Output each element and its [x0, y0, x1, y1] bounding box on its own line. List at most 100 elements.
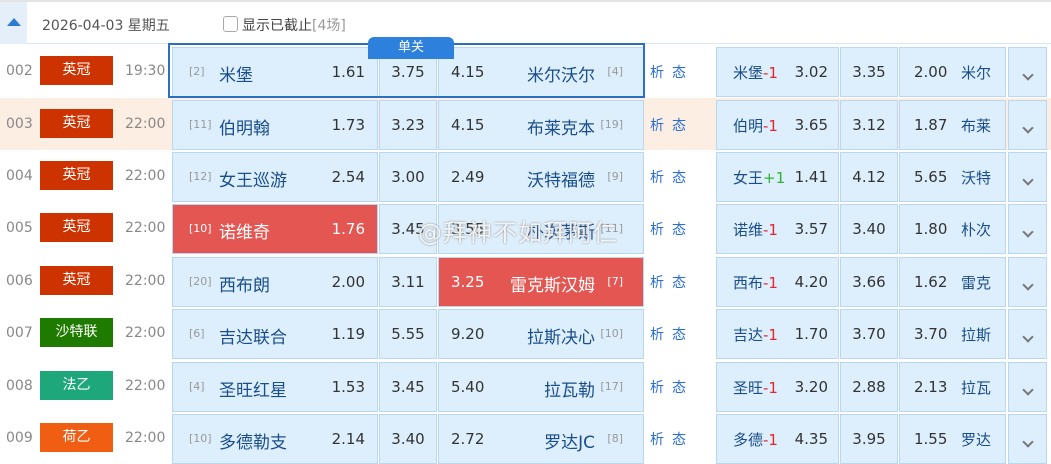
analysis-link[interactable]: 析: [650, 222, 664, 238]
away-win-odds-button[interactable]: 4.15 米尔沃尔 [4]: [438, 47, 644, 97]
handicap-away-button[interactable]: 2.13 拉瓦: [899, 362, 1006, 412]
expand-chevron-icon[interactable]: [1008, 47, 1047, 97]
analysis-link[interactable]: 析: [650, 170, 664, 186]
handicap-away-button[interactable]: 1.55 罗达: [899, 414, 1006, 464]
analysis-link[interactable]: 析: [650, 275, 664, 291]
handicap-home-odds: 1.70: [794, 325, 828, 343]
date-label: 2026-04-03 星期五: [42, 18, 170, 34]
handicap-away-button[interactable]: 1.80 朴次: [899, 204, 1006, 254]
league-badge[interactable]: 荷乙: [40, 423, 113, 452]
away-win-odds-button[interactable]: 9.20 拉斯决心 [10]: [438, 309, 644, 359]
analysis-link[interactable]: 析: [650, 327, 664, 343]
away-win-odds-button[interactable]: 4.15 布莱克本 [19]: [438, 100, 644, 150]
home-win-odds-button[interactable]: [6] 吉达联合 1.19: [172, 309, 378, 359]
away-rank: [8]: [607, 432, 623, 445]
handicap-away-button[interactable]: 5.65 沃特: [899, 152, 1006, 202]
status-link[interactable]: 态: [672, 432, 686, 448]
expand-chevron-icon[interactable]: [1008, 100, 1047, 150]
home-win-odds-button[interactable]: [10] 多德勒支 2.14: [172, 414, 378, 464]
handicap-home-button[interactable]: 女王+1 1.41: [716, 152, 839, 202]
draw-odds-button[interactable]: 3.23: [379, 100, 437, 150]
analysis-link[interactable]: 析: [650, 65, 664, 81]
analysis-link[interactable]: 析: [650, 380, 664, 396]
away-win-odds-button[interactable]: 2.72 罗达JC [8]: [438, 414, 644, 464]
home-odds: 1.73: [331, 116, 365, 134]
show-closed-checkbox[interactable]: [223, 16, 238, 32]
watermark: @拜神不如拜阿仁: [418, 219, 618, 247]
analysis-link[interactable]: 析: [650, 432, 664, 448]
expand-chevron-icon[interactable]: [1008, 152, 1047, 202]
handicap-home-button[interactable]: 圣旺-1 3.20: [716, 362, 839, 412]
handicap-away-button[interactable]: 1.87 布莱: [899, 100, 1006, 150]
home-odds: 1.61: [331, 63, 365, 81]
show-closed-label[interactable]: 显示已截止[4场]: [242, 15, 346, 35]
away-rank: [7]: [607, 275, 623, 288]
handicap-away-odds: 1.80: [914, 220, 948, 238]
status-link[interactable]: 态: [672, 380, 686, 396]
expand-chevron-icon[interactable]: [1008, 309, 1047, 359]
handicap-draw-button[interactable]: 4.12: [840, 152, 898, 202]
league-badge[interactable]: 沙特联: [40, 318, 113, 347]
away-win-odds-button[interactable]: 5.40 拉瓦勒 [17]: [438, 362, 644, 412]
status-link[interactable]: 态: [672, 65, 686, 81]
league-badge[interactable]: 法乙: [40, 371, 113, 400]
away-win-odds-button[interactable]: 3.25 雷克斯汉姆 [7]: [438, 257, 644, 307]
handicap-home-odds: 1.41: [794, 168, 828, 186]
handicap-draw-button[interactable]: 3.95: [840, 414, 898, 464]
home-team: 诺维奇: [219, 223, 270, 243]
handicap-home-button[interactable]: 米堡-1 3.02: [716, 47, 839, 97]
draw-odds-button[interactable]: 3.11: [379, 257, 437, 307]
handicap-away-button[interactable]: 2.00 米尔: [899, 47, 1006, 97]
handicap-draw-button[interactable]: 3.70: [840, 309, 898, 359]
match-time: 19:30: [125, 63, 166, 79]
draw-odds-button[interactable]: 3.45: [379, 362, 437, 412]
analysis-link[interactable]: 析: [650, 118, 664, 134]
expand-chevron-icon[interactable]: [1008, 362, 1047, 412]
handicap-away-odds: 3.70: [914, 325, 948, 343]
expand-chevron-icon[interactable]: [1008, 414, 1047, 464]
handicap-home-button[interactable]: 伯明-1 3.65: [716, 100, 839, 150]
handicap-home-button[interactable]: 吉达-1 1.70: [716, 309, 839, 359]
handicap-draw-button[interactable]: 3.66: [840, 257, 898, 307]
status-link[interactable]: 态: [672, 118, 686, 134]
league-badge[interactable]: 英冠: [40, 109, 113, 138]
home-odds: 1.19: [331, 325, 365, 343]
handicap-home-button[interactable]: 西布-1 4.20: [716, 257, 839, 307]
handicap-home-button[interactable]: 多德-1 4.35: [716, 414, 839, 464]
home-team: 多德勒支: [219, 433, 287, 453]
status-link[interactable]: 态: [672, 222, 686, 238]
home-win-odds-button[interactable]: [20] 西布朗 2.00: [172, 257, 378, 307]
handicap-away-button[interactable]: 1.62 雷克: [899, 257, 1006, 307]
expand-chevron-icon[interactable]: [1008, 204, 1047, 254]
handicap-home-button[interactable]: 诺维-1 3.57: [716, 204, 839, 254]
collapse-toggle-icon[interactable]: [0, 2, 27, 44]
status-link[interactable]: 态: [672, 327, 686, 343]
home-win-odds-button[interactable]: [4] 圣旺红星 1.53: [172, 362, 378, 412]
league-badge[interactable]: 英冠: [40, 56, 113, 85]
draw-odds-button[interactable]: 5.55: [379, 309, 437, 359]
home-rank: [12]: [189, 170, 212, 183]
home-rank: [6]: [189, 327, 205, 340]
handicap-draw-button[interactable]: 3.12: [840, 100, 898, 150]
status-link[interactable]: 态: [672, 275, 686, 291]
home-win-odds-button[interactable]: [12] 女王巡游 2.54: [172, 152, 378, 202]
away-team: 拉瓦勒: [544, 381, 595, 401]
away-win-odds-button[interactable]: 2.49 沃特福德 [9]: [438, 152, 644, 202]
handicap-value: -1: [763, 221, 778, 239]
home-win-odds-button[interactable]: [10] 诺维奇 1.76: [172, 204, 378, 254]
draw-odds-button[interactable]: 3.40: [379, 414, 437, 464]
home-odds: 2.14: [331, 430, 365, 448]
handicap-draw-button[interactable]: 2.88: [840, 362, 898, 412]
handicap-draw-button[interactable]: 3.35: [840, 47, 898, 97]
league-badge[interactable]: 英冠: [40, 213, 113, 242]
league-badge[interactable]: 英冠: [40, 266, 113, 295]
home-win-odds-button[interactable]: [2] 米堡 1.61: [172, 47, 378, 97]
league-badge[interactable]: 英冠: [40, 161, 113, 190]
expand-chevron-icon[interactable]: [1008, 257, 1047, 307]
status-link[interactable]: 态: [672, 170, 686, 186]
draw-odds-button[interactable]: 3.00: [379, 152, 437, 202]
handicap-draw-button[interactable]: 3.40: [840, 204, 898, 254]
handicap-away-button[interactable]: 3.70 拉斯: [899, 309, 1006, 359]
home-win-odds-button[interactable]: [11] 伯明翰 1.73: [172, 100, 378, 150]
match-row: 003 英冠 22:00 [11] 伯明翰 1.73 3.23 4.15 布莱克…: [0, 98, 1051, 150]
